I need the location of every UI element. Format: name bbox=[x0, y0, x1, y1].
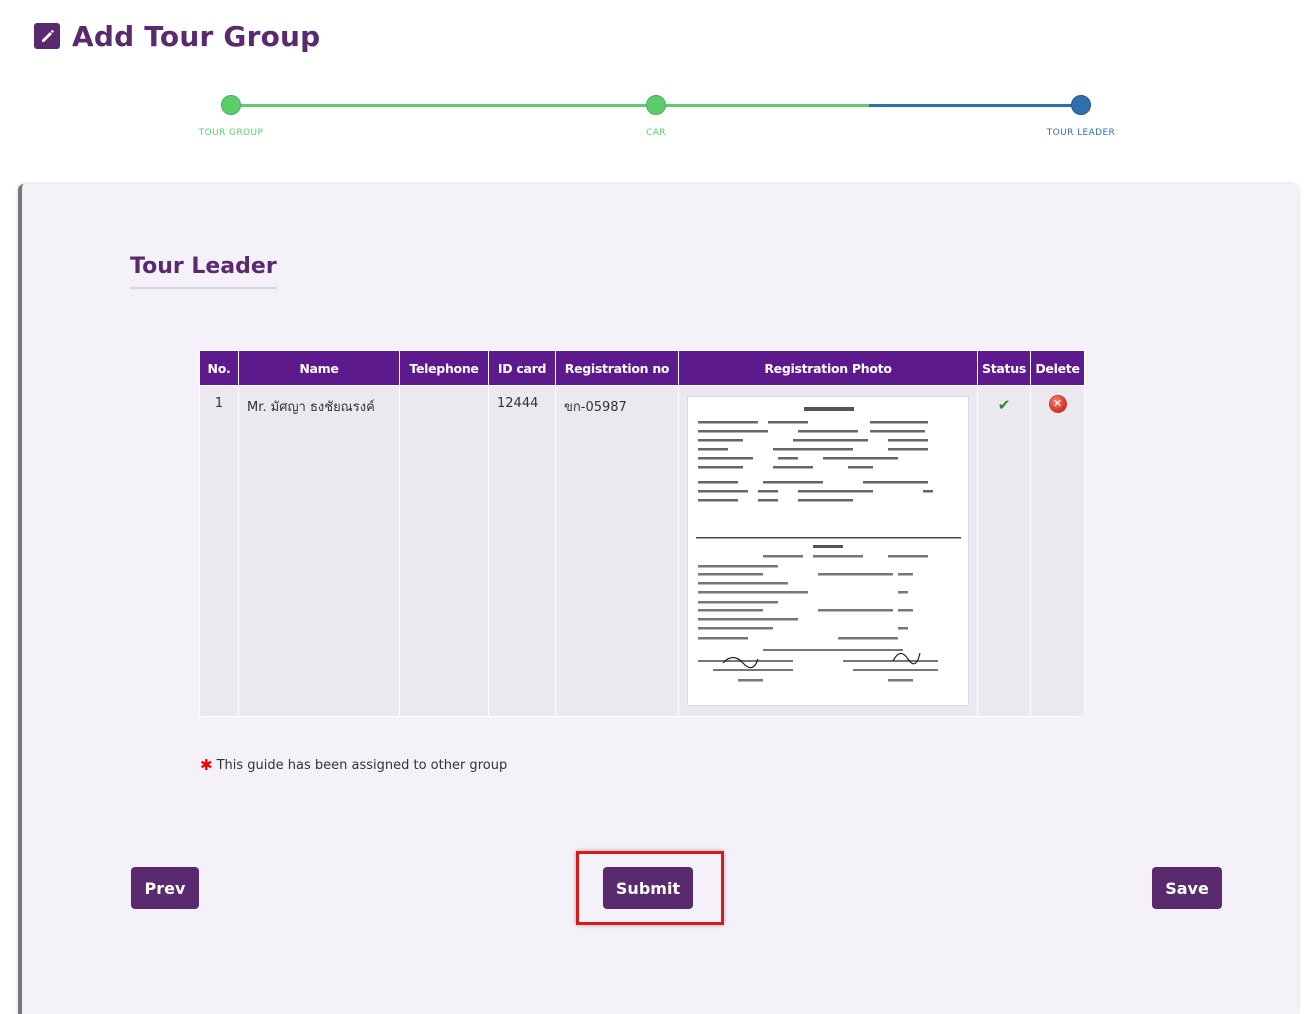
asterisk-icon: ✱ bbox=[200, 756, 213, 774]
col-header-registration-no: Registration no bbox=[555, 350, 679, 386]
cell-telephone bbox=[399, 385, 489, 717]
step-dot-tour-group[interactable] bbox=[221, 95, 241, 115]
page-title: Add Tour Group bbox=[34, 18, 320, 54]
col-header-no: No. bbox=[199, 350, 239, 386]
col-header-delete: Delete bbox=[1030, 350, 1085, 386]
col-header-status: Status bbox=[977, 350, 1031, 386]
edit-icon bbox=[34, 23, 60, 49]
stepper-line-active bbox=[869, 104, 1081, 107]
step-label-tour-leader[interactable]: TOUR LEADER bbox=[1001, 128, 1161, 138]
stepper-line-done bbox=[231, 104, 869, 107]
col-header-registration-photo: Registration Photo bbox=[678, 350, 978, 386]
assignment-note-text: This guide has been assigned to other gr… bbox=[216, 757, 508, 773]
tour-leader-table: No. Name Telephone ID card Registration … bbox=[199, 350, 1085, 717]
progress-stepper: TOUR GROUP CAR TOUR LEADER bbox=[0, 90, 1311, 150]
cell-registration-no: ขก-05987 bbox=[555, 385, 679, 717]
step-label-tour-group[interactable]: TOUR GROUP bbox=[151, 128, 311, 138]
page-title-text: Add Tour Group bbox=[72, 19, 321, 53]
table-header-row: No. Name Telephone ID card Registration … bbox=[199, 350, 1085, 386]
submit-highlight-box bbox=[576, 851, 724, 925]
cell-status: ✔ bbox=[977, 385, 1031, 717]
delete-icon[interactable]: ✕ bbox=[1049, 396, 1066, 412]
registration-document-image[interactable] bbox=[687, 396, 969, 706]
prev-button[interactable]: Prev bbox=[131, 867, 199, 909]
cell-registration-photo bbox=[678, 385, 978, 717]
assignment-note: ✱ This guide has been assigned to other … bbox=[200, 756, 507, 774]
checkmark-icon: ✔ bbox=[997, 396, 1011, 414]
cell-name: Mr. มัศญา ธงชัยณรงค์ bbox=[238, 385, 400, 717]
step-label-car[interactable]: CAR bbox=[576, 128, 736, 138]
save-button[interactable]: Save bbox=[1152, 867, 1222, 909]
cell-no: 1 bbox=[199, 385, 239, 717]
col-header-id-card: ID card bbox=[488, 350, 556, 386]
section-title: Tour Leader bbox=[130, 254, 277, 289]
col-header-telephone: Telephone bbox=[399, 350, 489, 386]
cell-delete: ✕ bbox=[1030, 385, 1085, 717]
col-header-name: Name bbox=[238, 350, 400, 386]
cell-id-card: 12444 bbox=[488, 385, 556, 717]
step-dot-tour-leader[interactable] bbox=[1071, 95, 1091, 115]
step-dot-car[interactable] bbox=[646, 95, 666, 115]
table-row: 1 Mr. มัศญา ธงชัยณรงค์ 12444 ขก-05987 ✔ … bbox=[199, 385, 1085, 717]
